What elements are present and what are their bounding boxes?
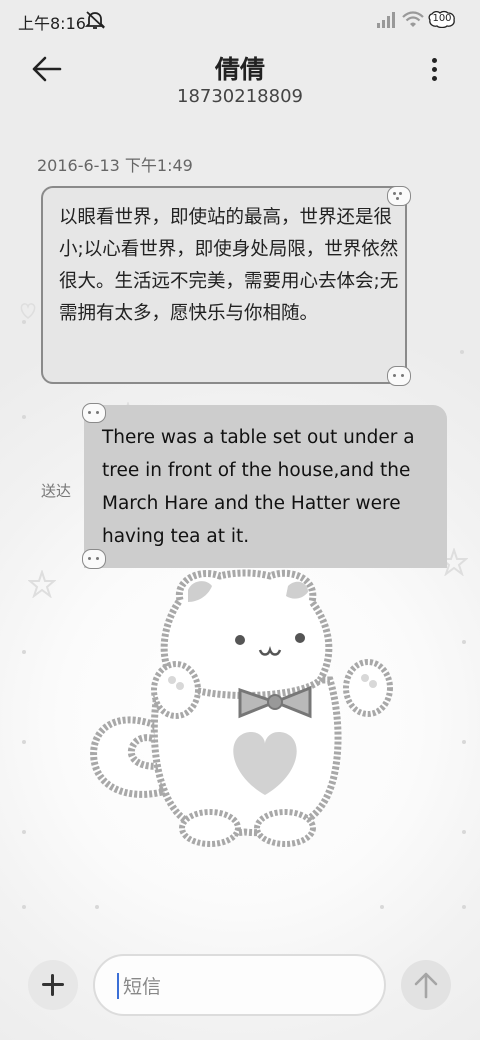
- contact-name: 倩倩: [214, 55, 265, 84]
- background-dot: [95, 905, 99, 909]
- cat-face-decoration-icon: [387, 366, 411, 386]
- more-options-button[interactable]: [420, 54, 448, 84]
- background-dot: [22, 905, 26, 909]
- background-dot: [22, 320, 26, 324]
- message-input-field[interactable]: [93, 954, 386, 1016]
- bow-decoration-icon: [82, 403, 106, 423]
- message-timestamp: 2016-6-13 下午1:49: [37, 156, 193, 175]
- background-dot: [22, 830, 26, 834]
- outgoing-message-text: There was a table set out under a tree i…: [102, 427, 415, 547]
- send-button[interactable]: [401, 960, 451, 1010]
- background-dot: [22, 415, 26, 419]
- signal-icon: [377, 12, 395, 28]
- message-input[interactable]: [121, 968, 365, 1006]
- wifi-icon: [402, 11, 424, 27]
- background-dot: [462, 905, 466, 909]
- heart-icon: [20, 303, 36, 320]
- background-dot: [22, 740, 26, 744]
- paw-decoration-icon: [387, 186, 411, 206]
- background-dot: [462, 830, 466, 834]
- add-attachment-button[interactable]: [28, 960, 78, 1010]
- mute-icon: [84, 11, 106, 29]
- send-arrow-icon: [414, 972, 438, 999]
- star-icon: [28, 570, 56, 598]
- background-dot: [22, 650, 26, 654]
- background-dot: [380, 905, 384, 909]
- status-bar: 上午8:16 100: [0, 0, 480, 40]
- background-dot: [460, 350, 464, 354]
- incoming-message-bubble[interactable]: 以眼看世界，即使站的最高，世界还是很小;以心看世界，即使身处局限，世界依然很大。…: [41, 186, 411, 386]
- incoming-message-text: 以眼看世界，即使站的最高，世界还是很小;以心看世界，即使身处局限，世界依然很大。…: [59, 207, 399, 324]
- outgoing-message-bubble[interactable]: There was a table set out under a tree i…: [82, 403, 447, 569]
- battery-level: 100: [432, 13, 452, 24]
- cat-illustration: [90, 569, 393, 847]
- contact-number: 18730218809: [177, 86, 303, 107]
- status-time: 上午8:16: [18, 14, 86, 33]
- delivery-status: 送达: [41, 482, 72, 500]
- battery-icon: 100: [428, 10, 456, 28]
- background-dot: [462, 640, 466, 644]
- background-dot: [462, 740, 466, 744]
- text-caret: [117, 973, 119, 999]
